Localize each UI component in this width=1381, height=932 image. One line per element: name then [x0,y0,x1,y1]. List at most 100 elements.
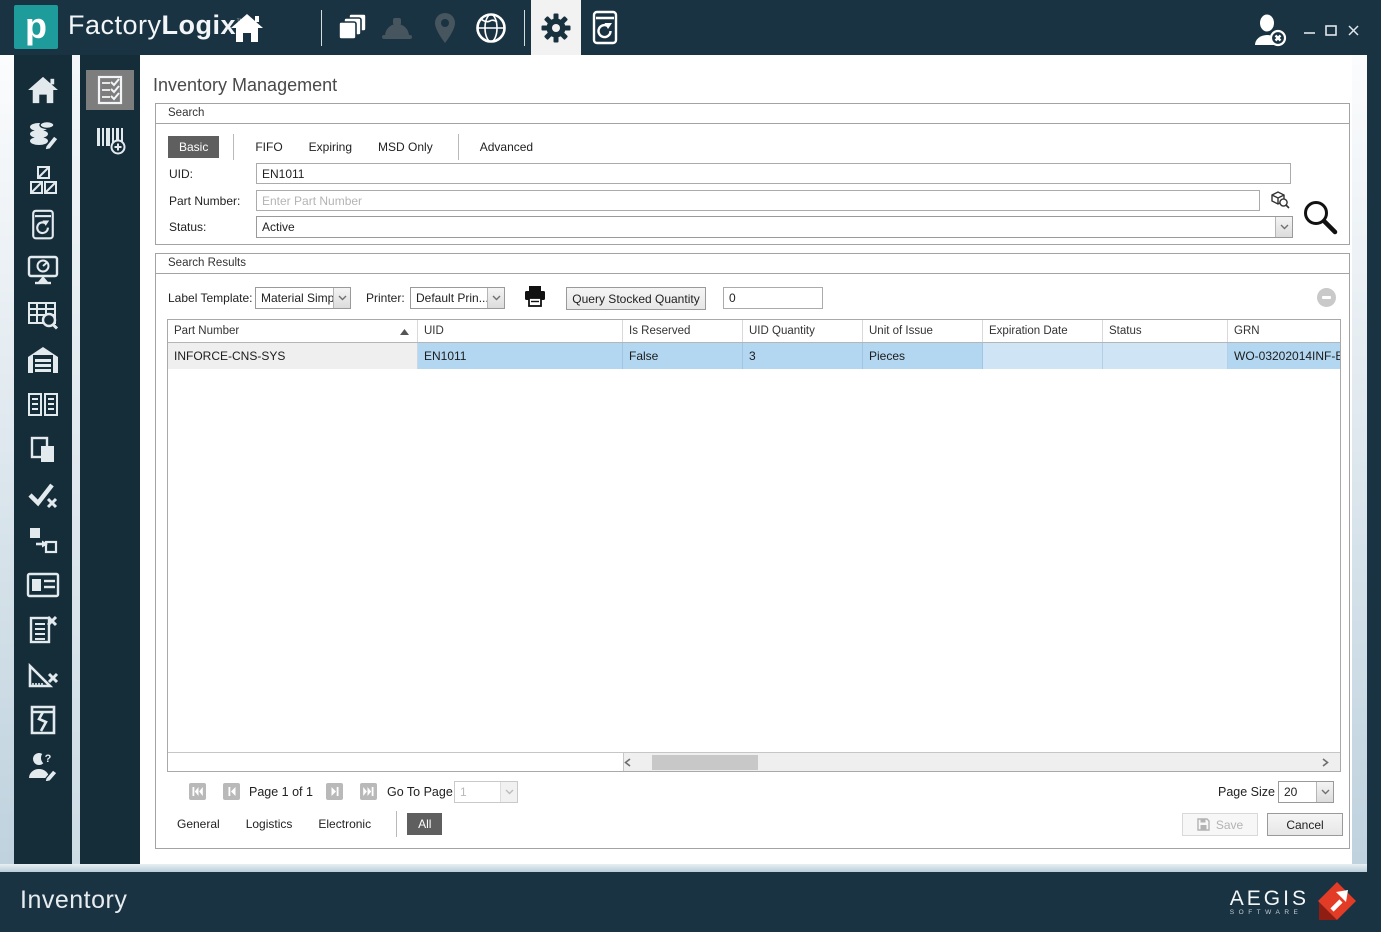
app-logo: p [14,5,58,49]
tab-advanced[interactable]: Advanced [469,136,544,158]
query-stocked-quantity-button[interactable]: Query Stocked Quantity [566,287,706,310]
sidebar-item-operator-question[interactable]: ? [14,742,72,787]
table-row-selected[interactable]: INFORCE-CNS-SYS EN1011 False 3 Pieces WO… [168,343,1340,369]
page-size-value: 20 [1279,785,1316,799]
sidebar-item-kitting[interactable] [14,157,72,202]
part-number-label: Part Number: [169,194,240,208]
sidebar-item-material-database[interactable] [14,112,72,157]
column-header-part-number[interactable]: Part Number [168,320,418,342]
column-header-is-reserved[interactable]: Is Reserved [623,320,743,342]
tab-all[interactable]: All [407,813,442,835]
pagination-bar: Page 1 of 1 Go To Page 1 Page Size 20 [156,781,1349,805]
tab-fifo[interactable]: FIFO [244,136,293,158]
status-dropdown-button[interactable] [1275,217,1292,237]
search-button[interactable] [1301,198,1339,236]
sidebar-item-home[interactable] [14,67,72,112]
column-header-status[interactable]: Status [1103,320,1228,342]
tab-basic[interactable]: Basic [168,136,219,158]
part-number-input[interactable] [256,190,1260,211]
sidebar-item-restore[interactable] [14,202,72,247]
list-remove-icon [27,614,59,646]
column-header-uid-quantity[interactable]: UID Quantity [743,320,863,342]
close-button[interactable] [1344,22,1362,38]
scrollbar-thumb[interactable] [652,755,758,770]
printer-dropdown-button[interactable] [487,288,504,308]
copy-pages-button[interactable] [333,9,371,47]
window-edge-left [0,55,14,864]
save-button[interactable]: Save [1182,813,1258,836]
stocked-quantity-input[interactable] [723,287,823,309]
hard-hat-button[interactable] [378,9,416,47]
cell-is-reserved: False [623,343,743,369]
tab-general[interactable]: General [166,813,231,835]
first-page-button[interactable] [189,783,206,800]
device-restore-button[interactable] [586,9,624,47]
sidebar-item-warehouse[interactable] [14,337,72,382]
settings-tab-selected[interactable] [531,0,581,55]
location-pin-button[interactable] [426,9,464,47]
next-page-button[interactable] [326,783,343,800]
last-page-icon [363,787,374,796]
sidebar-item-copy-documents[interactable] [14,427,72,472]
uid-input[interactable] [256,163,1291,184]
sidebar-item-measure-remove[interactable] [14,652,72,697]
sidebar-item-id-card[interactable] [14,562,72,607]
tab-separator [396,811,397,837]
sidebar-item-documentation[interactable] [14,382,72,427]
page-size-label: Page Size [1218,785,1275,799]
label-template-select[interactable]: Material Simp [255,287,351,309]
titlebar-separator [321,10,322,46]
sidebar-item-verify[interactable] [14,472,72,517]
globe-button[interactable] [472,9,510,47]
goto-page-select[interactable]: 1 [454,781,518,803]
sidebar-item-stock-search[interactable] [14,292,72,337]
tab-logistics[interactable]: Logistics [235,813,304,835]
sidebar-item-damaged-material[interactable] [14,697,72,742]
sidebar-item-barcode-add[interactable] [80,115,140,165]
label-template-dropdown-button[interactable] [333,288,350,308]
cancel-button[interactable]: Cancel [1267,813,1343,836]
column-header-uid[interactable]: UID [418,320,623,342]
column-header-unit-of-issue[interactable]: Unit of Issue [863,320,983,342]
sidebar-item-inventory-checklist-selected[interactable] [80,65,140,115]
logout-user-button[interactable] [1252,12,1290,50]
last-page-button[interactable] [360,783,377,800]
tab-expiring[interactable]: Expiring [298,136,363,158]
chevron-down-icon [1321,789,1330,795]
previous-page-button[interactable] [223,783,240,800]
primary-sidebar: ? [14,55,72,864]
aegis-diamond-icon [1315,880,1357,924]
horizontal-scrollbar[interactable] [624,752,1340,771]
user-logout-icon [1252,14,1290,48]
search-results-panel: Search Results Label Template: Material … [155,253,1350,849]
scroll-left-arrow[interactable] [624,758,642,767]
home-button[interactable] [228,9,266,47]
tab-msd-only[interactable]: MSD Only [367,136,444,158]
cell-part-number: INFORCE-CNS-SYS [168,343,418,369]
goto-page-dropdown-button[interactable] [500,782,517,802]
sidebar-item-transfer[interactable] [14,517,72,562]
globe-icon [474,11,508,45]
device-restore-icon [590,10,620,46]
tab-electronic[interactable]: Electronic [307,813,382,835]
sidebar-item-dashboard[interactable] [14,247,72,292]
minimize-button[interactable] [1300,22,1318,38]
cell-status [1103,343,1228,369]
column-header-grn[interactable]: GRN [1228,320,1340,342]
print-button[interactable] [523,284,547,308]
scroll-right-arrow[interactable] [1322,758,1340,767]
column-header-expiration-date[interactable]: Expiration Date [983,320,1103,342]
remove-row-button[interactable] [1317,288,1336,307]
page-size-dropdown-button[interactable] [1316,782,1333,802]
titlebar-separator [524,10,525,46]
page-indicator: Page 1 of 1 [249,785,313,799]
printer-select[interactable]: Default Prin... [410,287,505,309]
part-lookup-button[interactable] [1269,189,1290,210]
home-icon [230,13,264,43]
page-size-select[interactable]: 20 [1278,781,1334,803]
chevron-down-icon [338,295,347,301]
status-select[interactable]: Active [256,216,1293,238]
sidebar-item-list-remove[interactable] [14,607,72,652]
maximize-button[interactable] [1322,22,1340,38]
damaged-material-icon [28,704,58,736]
